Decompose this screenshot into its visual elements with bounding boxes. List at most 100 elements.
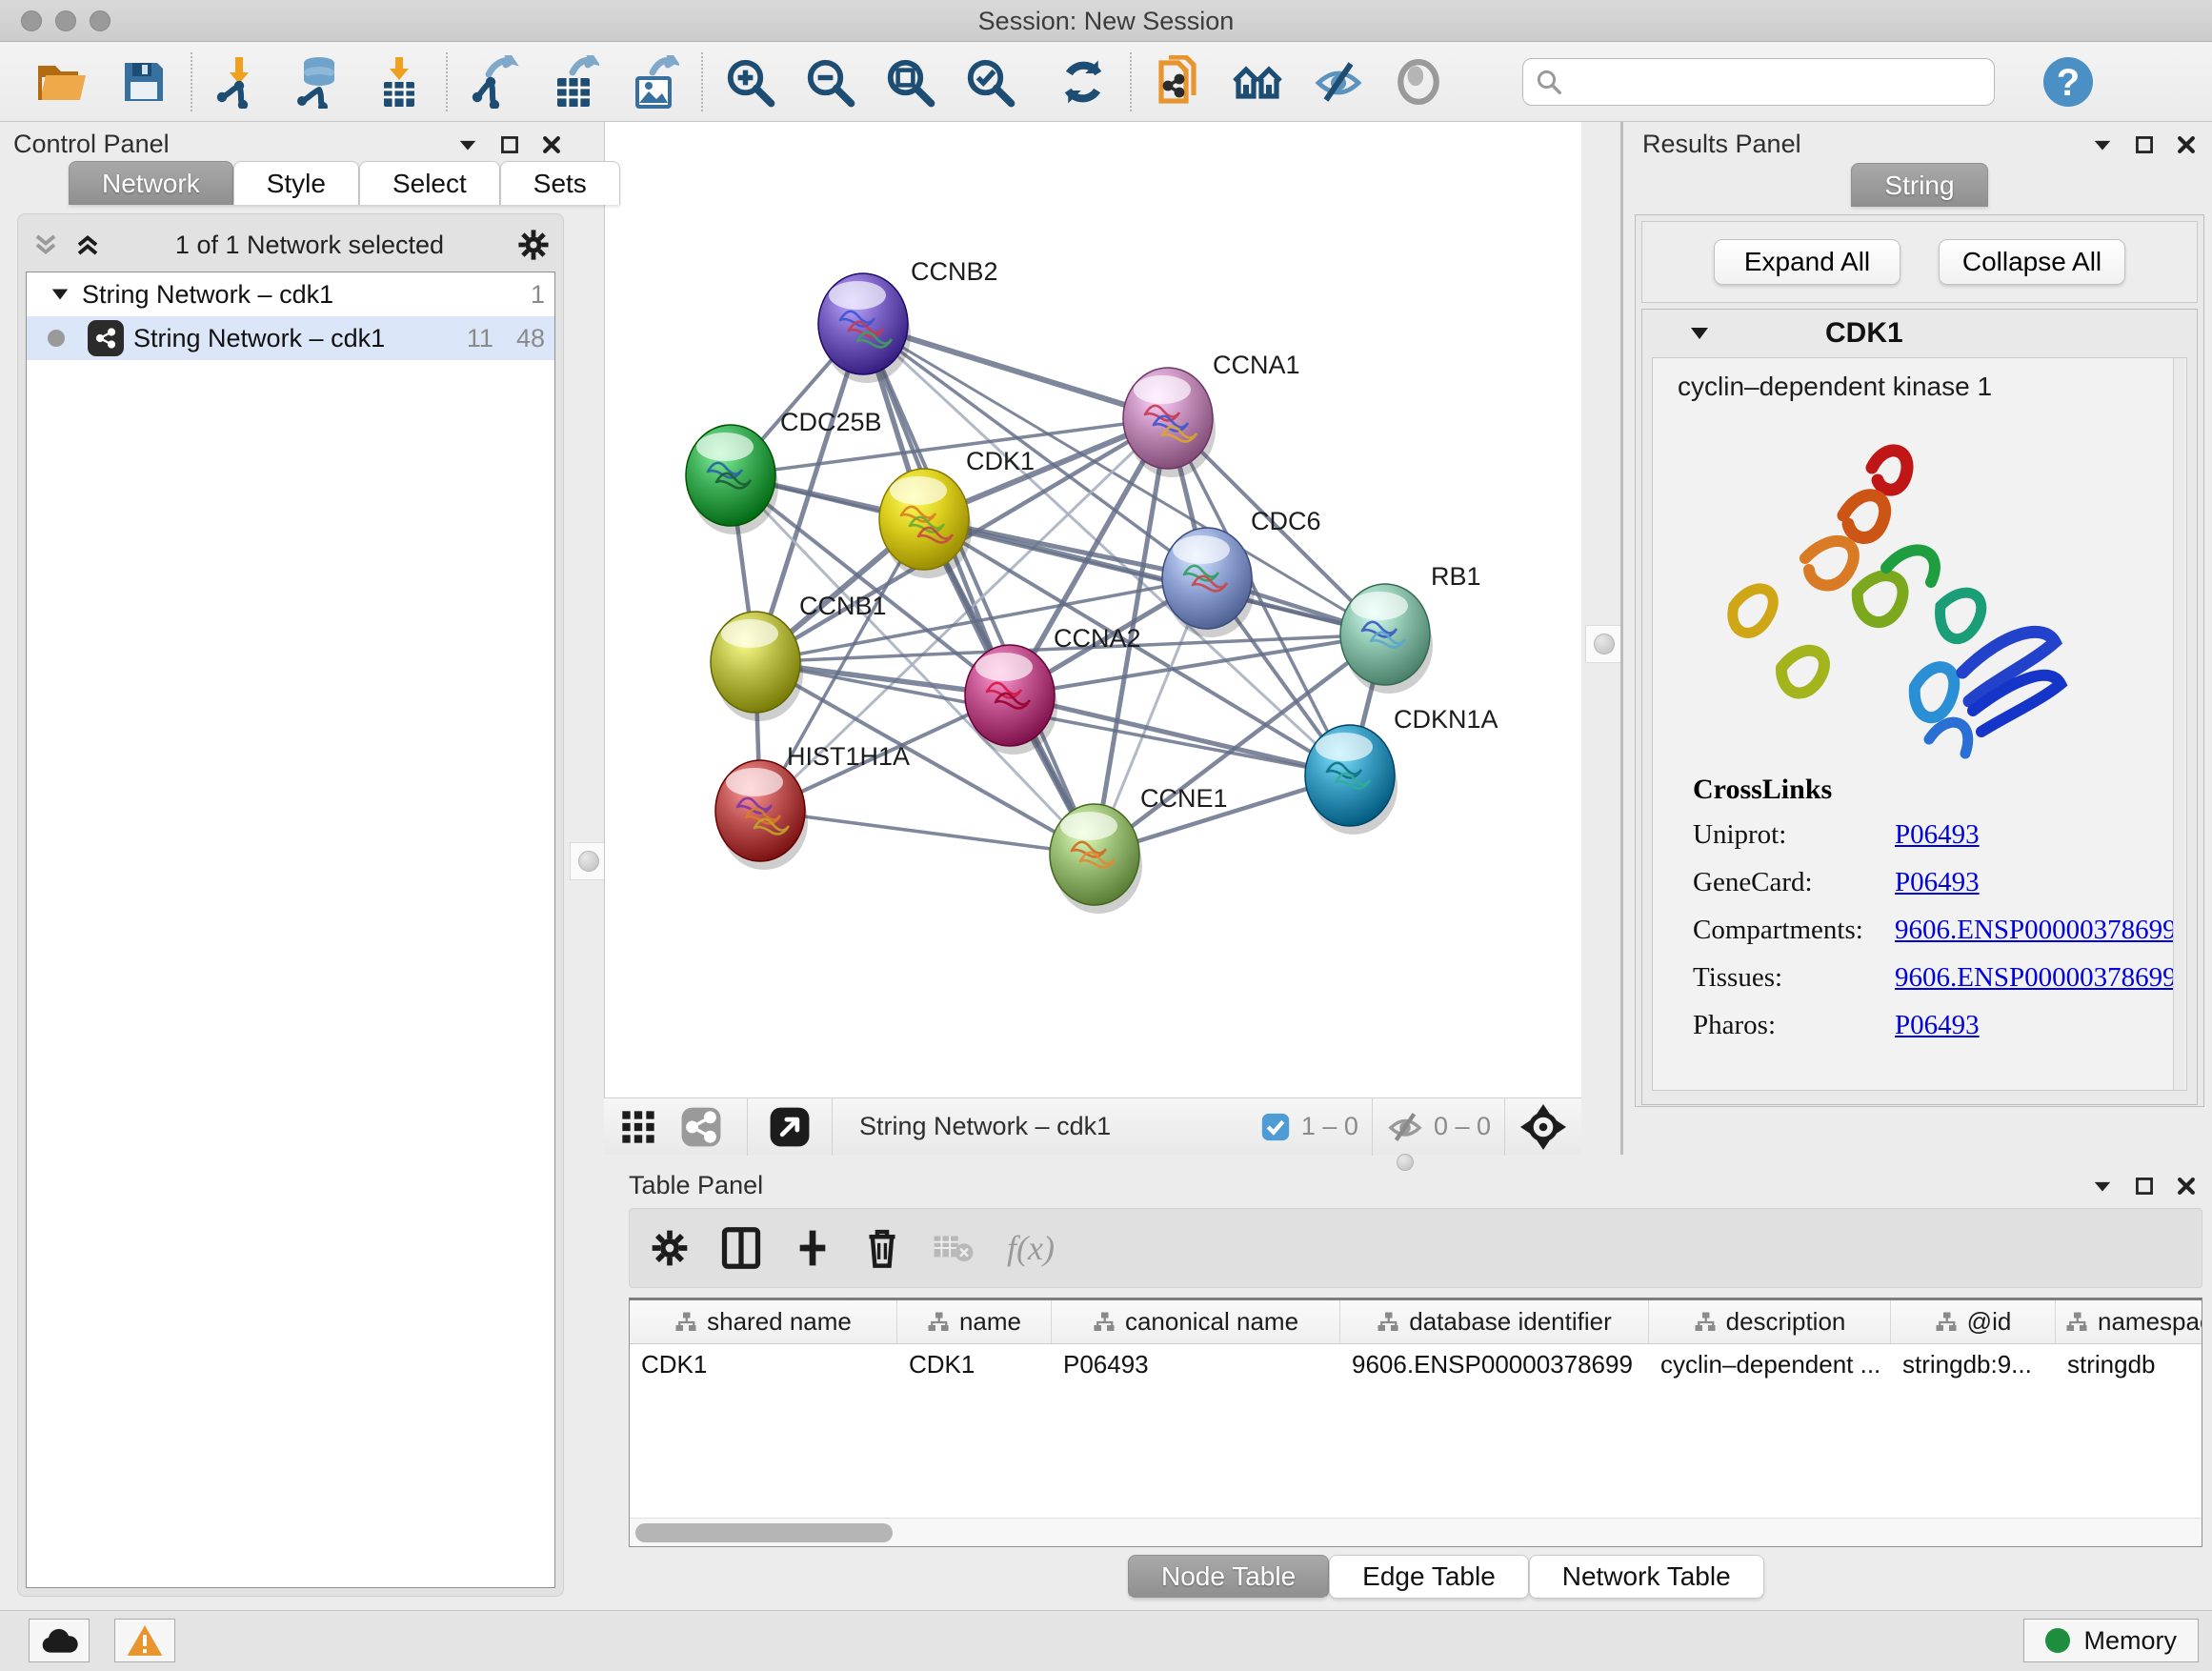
show-columns-icon[interactable] — [721, 1226, 761, 1270]
network-row[interactable]: String Network – cdk1 11 48 — [27, 316, 554, 360]
string-view-icon[interactable] — [669, 1106, 734, 1148]
canvas-results-splitter[interactable] — [1581, 122, 1627, 1155]
home-views-icon[interactable] — [1231, 54, 1286, 110]
zoom-fit-button[interactable] — [882, 54, 937, 110]
network-node-cdc6[interactable]: CDC6 — [1162, 507, 1321, 637]
table-row[interactable]: CDK1CDK1P064939606.ENSP00000378699cyclin… — [630, 1344, 2202, 1384]
network-node-rb1[interactable]: RB1 — [1340, 562, 1481, 694]
crosslink-row: Tissues:9606.ENSP00000378699 — [1693, 962, 2177, 994]
network-view-title: String Network – cdk1 — [833, 1112, 1246, 1141]
memory-status-dot — [2045, 1628, 2070, 1653]
node-table[interactable]: shared namenamecanonical namedatabase id… — [629, 1298, 2202, 1547]
node-label-ccnb2: CCNB2 — [911, 257, 998, 286]
add-column-icon[interactable] — [794, 1227, 832, 1269]
network-node-ccne1[interactable]: CCNE1 — [1050, 784, 1228, 914]
import-database-button[interactable] — [292, 54, 347, 110]
network-collection-row[interactable]: String Network – cdk1 1 — [27, 272, 554, 316]
results-tab-string[interactable]: String — [1851, 163, 1987, 207]
tab-edge-table[interactable]: Edge Table — [1329, 1555, 1529, 1599]
open-session-button[interactable] — [36, 54, 91, 110]
warning-button[interactable] — [114, 1619, 175, 1662]
open-in-new-window-icon[interactable] — [748, 1106, 832, 1148]
tab-style[interactable]: Style — [233, 161, 359, 205]
network-node-cdkn1a[interactable]: CDKN1A — [1305, 705, 1498, 835]
table-splitter-handle[interactable] — [1397, 1154, 1414, 1171]
expand-all-button[interactable]: Expand All — [1714, 239, 1900, 285]
zoom-selected-button[interactable] — [962, 54, 1017, 110]
column-header-shared-name[interactable]: shared name — [630, 1300, 897, 1343]
refresh-icon[interactable] — [1056, 54, 1111, 110]
panel-float-icon[interactable] — [499, 134, 520, 155]
tab-network-table[interactable]: Network Table — [1529, 1555, 1764, 1599]
panel-menu-icon[interactable] — [457, 134, 478, 155]
export-network-button[interactable] — [467, 54, 522, 110]
fit-content-crosshair-icon[interactable] — [1505, 1104, 1581, 1150]
selected-checkbox-icon[interactable] — [1259, 1111, 1292, 1143]
network-options-gear-icon[interactable] — [517, 229, 550, 261]
crosslink-link[interactable]: P06493 — [1895, 1010, 1980, 1041]
panel-menu-icon[interactable] — [2092, 1176, 2113, 1197]
share-document-button[interactable] — [1151, 54, 1206, 110]
export-image-button[interactable] — [627, 54, 682, 110]
table-cell: stringdb — [2056, 1350, 2202, 1379]
crosslink-link[interactable]: 9606.ENSP00000378699 — [1895, 915, 2177, 946]
network-edge[interactable] — [760, 811, 1095, 855]
crosslink-link[interactable]: 9606.ENSP00000378699 — [1895, 962, 2177, 994]
panel-close-icon[interactable] — [541, 134, 562, 155]
panel-close-icon[interactable] — [2176, 134, 2197, 155]
table-settings-gear-icon[interactable] — [651, 1229, 689, 1267]
cloud-button[interactable] — [29, 1619, 90, 1662]
network-node-count: 11 — [467, 324, 493, 353]
collection-count: 1 — [531, 280, 545, 310]
delete-column-trash-icon[interactable] — [864, 1227, 900, 1269]
tab-sets[interactable]: Sets — [500, 161, 620, 205]
export-table-button[interactable] — [547, 54, 602, 110]
search-box[interactable] — [1522, 58, 1995, 106]
table-cell: 9606.ENSP00000378699 — [1340, 1350, 1649, 1379]
save-session-button[interactable] — [116, 54, 171, 110]
birds-eye-grid-icon[interactable] — [604, 1108, 669, 1146]
search-input[interactable] — [1571, 67, 1982, 96]
column-header-canonical-name[interactable]: canonical name — [1052, 1300, 1340, 1343]
column-header-name[interactable]: name — [897, 1300, 1052, 1343]
node-label-cdc6: CDC6 — [1251, 507, 1321, 535]
crosslink-link[interactable]: P06493 — [1895, 819, 1980, 851]
hide-selection-eye-icon[interactable] — [1311, 54, 1366, 110]
column-header-description[interactable]: description — [1649, 1300, 1891, 1343]
network-canvas[interactable]: CCNB2CCNA1CDC25BCDK1CDC6RB1CCNB1CCNA2CDK… — [604, 122, 1581, 1097]
tree-expander-icon[interactable] — [50, 284, 70, 305]
network-list: String Network – cdk1 1 String Network –… — [26, 272, 555, 1588]
expand-all-icon[interactable] — [73, 231, 102, 259]
import-table-button[interactable] — [372, 54, 427, 110]
collapse-all-icon[interactable] — [31, 231, 60, 259]
panel-menu-icon[interactable] — [2092, 134, 2113, 155]
table-cell: stringdb:9... — [1891, 1350, 2056, 1379]
tab-node-table[interactable]: Node Table — [1128, 1555, 1329, 1599]
left-splitter-handle[interactable] — [570, 842, 608, 880]
function-builder-icon[interactable]: f(x) — [1007, 1228, 1055, 1268]
panel-close-icon[interactable] — [2176, 1176, 2197, 1197]
collapse-all-button[interactable]: Collapse All — [1939, 239, 2125, 285]
zoom-out-button[interactable] — [802, 54, 857, 110]
hidden-eye-icon[interactable] — [1386, 1110, 1424, 1144]
zoom-in-button[interactable] — [722, 54, 777, 110]
crosslink-link[interactable]: P06493 — [1895, 867, 1980, 898]
delete-table-icon[interactable] — [933, 1232, 975, 1264]
import-network-button[interactable] — [211, 54, 267, 110]
network-node-hist1h1a[interactable]: HIST1H1A — [715, 742, 910, 870]
network-edge[interactable] — [863, 324, 1095, 855]
help-button[interactable]: ? — [2041, 54, 2096, 110]
memory-button[interactable]: Memory — [2023, 1619, 2199, 1662]
column-header-namespac[interactable]: namespac — [2056, 1300, 2202, 1343]
network-node-ccna1[interactable]: CCNA1 — [1123, 351, 1300, 477]
panel-float-icon[interactable] — [2134, 1176, 2155, 1197]
column-header-@id[interactable]: @id — [1891, 1300, 2056, 1343]
tab-select[interactable]: Select — [359, 161, 500, 205]
tab-network[interactable]: Network — [69, 161, 233, 205]
column-header-database-identifier[interactable]: database identifier — [1340, 1300, 1649, 1343]
section-expander-icon[interactable] — [1688, 322, 1711, 345]
results-scrollbar[interactable] — [2173, 358, 2184, 1090]
table-horizontal-scrollbar[interactable] — [630, 1518, 2202, 1546]
show-all-eye-icon[interactable] — [1391, 54, 1446, 110]
panel-float-icon[interactable] — [2134, 134, 2155, 155]
